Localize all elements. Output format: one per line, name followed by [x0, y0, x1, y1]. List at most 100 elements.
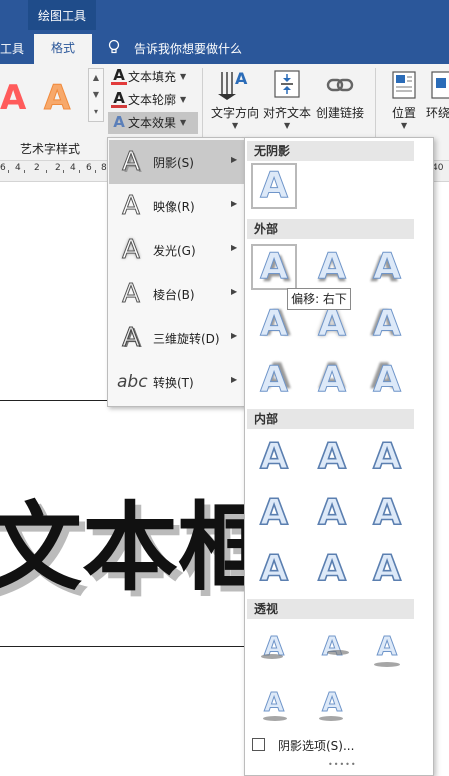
shadow-outer-offset-bottom[interactable]: A — [309, 244, 355, 290]
shadow-inner-center[interactable]: A — [309, 490, 355, 536]
text-direction-label[interactable]: 文字方向 — [211, 104, 259, 121]
shadow-outer-offset-top-right[interactable]: A — [251, 357, 297, 403]
textbox-content[interactable]: 文本框 — [0, 470, 274, 609]
wrap-text-label[interactable]: 环绕 — [426, 104, 449, 121]
tab-tools-partial[interactable]: 工具 — [0, 40, 24, 57]
text-outline-label: 文本轮廓 — [128, 93, 177, 107]
shadow-a-glyph: A — [260, 165, 289, 207]
wrap-text-icon[interactable] — [430, 70, 449, 100]
svg-text:A: A — [235, 69, 248, 88]
shadow-a-glyph: A — [372, 547, 401, 590]
create-link-label[interactable]: 创建链接 — [316, 104, 364, 121]
shadow-options-checkbox[interactable] — [252, 738, 265, 751]
shadow-a-glyph: A — [260, 246, 289, 288]
shadow-a-glyph: A — [373, 359, 402, 401]
chevron-right-icon: ▶ — [231, 287, 238, 296]
panel-resize-grip[interactable]: ••••• — [328, 760, 357, 769]
shadow-outer-offset-bottom-right[interactable]: A — [251, 244, 297, 290]
shadow-inner-right[interactable]: A — [364, 490, 410, 536]
text-direction-icon[interactable]: A — [216, 68, 250, 102]
text-fill-label: 文本填充 — [128, 70, 177, 84]
text-fill-icon: A — [111, 68, 127, 85]
shadow-a-glyph: A — [260, 359, 289, 401]
shadow-perspective-lower-left[interactable]: A — [251, 680, 297, 726]
tell-me-search[interactable]: 告诉我你想要做什么 — [134, 40, 242, 57]
chevron-down-icon: ▼ — [180, 72, 187, 81]
menu-item-transform[interactable]: abc 转换(T) ▶ — [109, 360, 244, 404]
shadow-a-glyph: A — [318, 359, 347, 401]
section-outer: 外部 — [247, 219, 414, 239]
wordart-style-red-partial[interactable]: A — [0, 78, 26, 118]
menu-item-glow[interactable]: A 发光(G) ▶ — [109, 228, 244, 272]
ruler-number: 6 — [0, 163, 6, 173]
shadow-outer-offset-top-left[interactable]: A — [364, 357, 410, 403]
shadow-perspective-below[interactable]: A — [364, 624, 410, 670]
shadow-a-glyph: A — [373, 246, 402, 288]
shadow-options-link[interactable]: 阴影选项(S)... — [278, 737, 354, 754]
position-icon[interactable] — [391, 70, 417, 100]
chevron-down-icon: ▼ — [284, 121, 291, 130]
gallery-down-icon[interactable]: ▼ — [89, 86, 103, 103]
gallery-up-icon[interactable]: ▲ — [89, 69, 103, 86]
align-text-icon[interactable] — [272, 68, 302, 102]
shadow-a-glyph: A — [259, 491, 288, 534]
text-outline-icon: A — [111, 91, 127, 108]
section-no-shadow: 无阴影 — [247, 141, 414, 161]
shadow-outer-offset-left[interactable]: A — [364, 301, 410, 347]
textbox-bottom-border — [0, 646, 245, 647]
text-effects-label: 文本效果 — [128, 116, 177, 130]
menu-item-shadow[interactable]: A 阴影(S) ▶ — [109, 140, 244, 184]
shadow-inner-top-left[interactable]: A — [251, 434, 297, 480]
shadow-inner-bottom-left[interactable]: A — [251, 546, 297, 592]
menu-item-reflection[interactable]: A 映像(R) ▶ — [109, 184, 244, 228]
shadow-a-icon: A — [122, 147, 141, 178]
ruler-number: 4 — [15, 163, 21, 173]
shadow-a-glyph: A — [321, 632, 343, 663]
shadow-perspective-lower-right[interactable]: A — [309, 680, 355, 726]
drawing-tools-context-label: 绘图工具 — [37, 9, 86, 23]
section-perspective: 透视 — [247, 599, 414, 619]
3d-rotation-a-icon: A — [122, 323, 141, 354]
menu-item-bevel[interactable]: A 棱台(B) ▶ — [109, 272, 244, 316]
shadow-inner-bottom-right[interactable]: A — [364, 546, 410, 592]
chevron-down-icon: ▼ — [180, 118, 187, 127]
text-effects-button[interactable]: A 文本效果 ▼ — [108, 112, 198, 134]
reflection-a-icon: A — [122, 191, 141, 222]
shadow-inner-top-right[interactable]: A — [364, 434, 410, 480]
text-effects-menu: A 阴影(S) ▶ A 映像(R) ▶ A 发光(G) ▶ A 棱台(B) ▶ … — [107, 137, 246, 407]
shadow-perspective-upper-left[interactable]: A — [251, 624, 297, 670]
chevron-right-icon: ▶ — [231, 199, 238, 208]
gallery-more-icon[interactable]: ▾ — [89, 103, 103, 120]
shadow-perspective-upper-right[interactable]: A — [309, 624, 355, 670]
shadow-a-glyph: A — [373, 303, 402, 345]
shadow-outer-offset-top[interactable]: A — [309, 357, 355, 403]
text-outline-button[interactable]: A 文本轮廓 ▼ — [108, 89, 198, 111]
shadow-inner-bottom[interactable]: A — [309, 546, 355, 592]
position-label[interactable]: 位置 — [392, 104, 416, 121]
text-fill-button[interactable]: A 文本填充 ▼ — [108, 66, 198, 88]
shadow-a-glyph: A — [318, 246, 347, 288]
lightbulb-icon — [108, 39, 120, 54]
menu-item-3d-rotation[interactable]: A 三维旋转(D) ▶ — [109, 316, 244, 360]
perspective-shadow — [319, 716, 343, 721]
shadow-outer-offset-bottom-left[interactable]: A — [364, 244, 410, 290]
shadow-a-glyph: A — [317, 547, 346, 590]
chevron-right-icon: ▶ — [231, 243, 238, 252]
glow-a-icon: A — [122, 235, 141, 266]
menu-item-label: 棱台(B) — [153, 288, 195, 302]
shadow-a-glyph: A — [259, 435, 288, 478]
shadow-inner-left[interactable]: A — [251, 490, 297, 536]
wordart-style-orange[interactable]: A — [43, 78, 70, 119]
link-icon[interactable] — [325, 73, 355, 97]
shadow-inner-top[interactable]: A — [309, 434, 355, 480]
transform-abc-icon: abc — [117, 372, 148, 392]
align-text-label[interactable]: 对齐文本 — [263, 104, 311, 121]
chevron-down-icon: ▼ — [401, 121, 408, 130]
menu-item-label: 三维旋转(D) — [153, 332, 220, 346]
bevel-a-icon: A — [122, 279, 141, 310]
shadow-a-glyph: A — [372, 435, 401, 478]
shadow-none-option[interactable]: A — [251, 163, 297, 209]
tab-format[interactable]: 格式 — [34, 34, 92, 64]
wordart-gallery-scroll[interactable]: ▲ ▼ ▾ — [88, 68, 104, 122]
perspective-shadow — [261, 654, 283, 659]
